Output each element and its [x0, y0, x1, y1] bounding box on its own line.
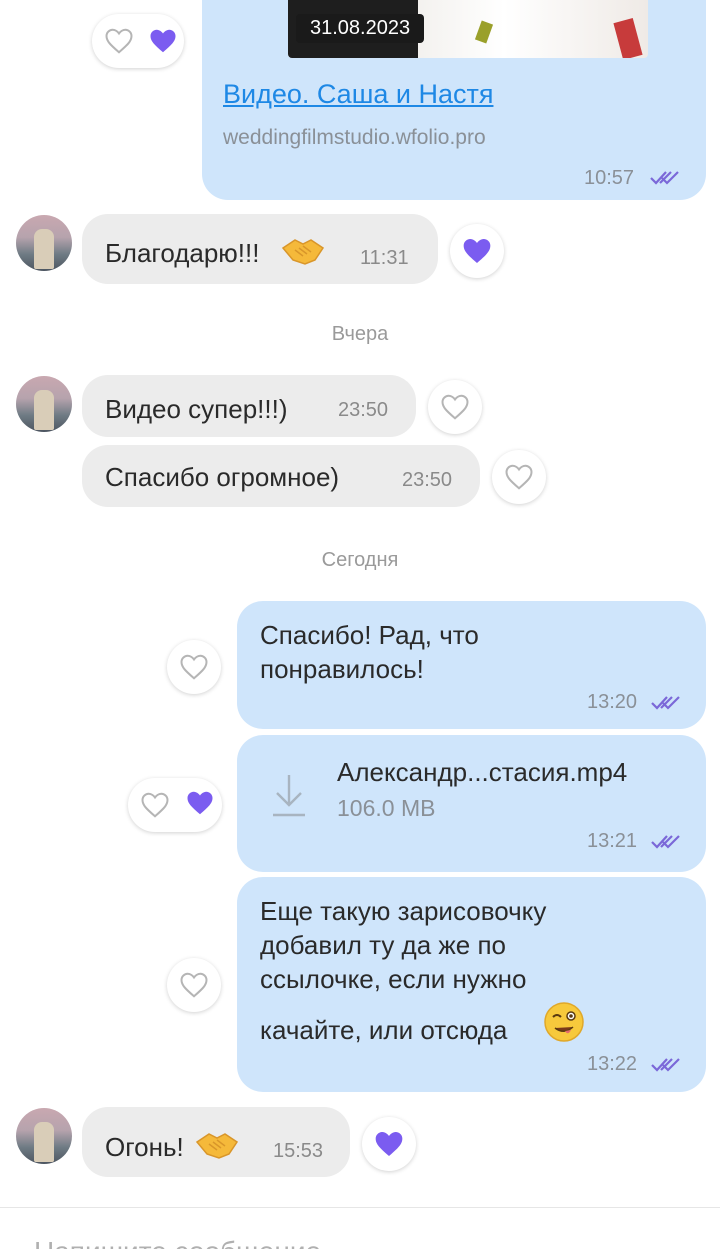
outgoing-file-message[interactable]: Александр...стасия.mp4 106.0 MB 13:21: [237, 735, 706, 872]
message-text-line: добавил ту да же по: [260, 930, 507, 960]
reaction-button[interactable]: [428, 380, 482, 434]
contact-avatar[interactable]: [16, 215, 72, 271]
handshake-emoji-icon: [281, 239, 325, 265]
message-text: Спасибо огромное): [105, 462, 340, 492]
thumb-detail: [474, 20, 494, 44]
double-check-icon: [651, 696, 680, 710]
reaction-button[interactable]: [362, 1117, 416, 1171]
message-time: 13:22: [587, 1053, 638, 1075]
reaction-button[interactable]: [167, 640, 221, 694]
reaction-button[interactable]: [450, 224, 504, 278]
heart-filled-icon: [375, 1132, 403, 1156]
incoming-message[interactable]: Благодарю!!! 11:31: [82, 214, 438, 284]
message-text: Благодарю!!!: [105, 238, 260, 268]
heart-filled-icon: [150, 29, 176, 53]
double-check-icon: [651, 1058, 680, 1072]
link-domain: weddingfilmstudio.wfolio.pro: [223, 126, 486, 149]
message-text-line: ссылочке, если нужно: [260, 964, 527, 994]
heart-outline-icon: [180, 972, 208, 998]
message-text-line: Спасибо! Рад, что: [260, 620, 479, 650]
message-input-placeholder: Напишите сообщение...: [34, 1236, 344, 1249]
video-thumbnail[interactable]: 31.08.2023: [288, 0, 648, 58]
thumb-flag: [613, 18, 643, 58]
heart-filled-icon: [187, 791, 213, 815]
handshake-emoji-icon: [195, 1133, 239, 1159]
incoming-message[interactable]: Огонь! 15:53: [82, 1107, 350, 1177]
download-icon[interactable]: [269, 771, 309, 819]
message-time: 13:20: [587, 691, 638, 713]
reaction-button[interactable]: [167, 958, 221, 1012]
heart-filled-icon: [463, 239, 491, 263]
winking-face-emoji-icon: [544, 1002, 584, 1042]
heart-outline-icon: [505, 464, 533, 490]
message-time: 23:50: [402, 469, 453, 491]
message-input[interactable]: Напишите сообщение...: [0, 1208, 720, 1249]
contact-avatar[interactable]: [16, 1108, 72, 1164]
file-name: Александр...стасия.mp4: [337, 757, 628, 787]
reaction-button[interactable]: [492, 450, 546, 504]
heart-outline-icon: [180, 654, 208, 680]
message-text-line: качайте, или отсюда: [260, 1015, 508, 1045]
link-title[interactable]: Видео. Саша и Настя: [223, 79, 493, 110]
heart-outline-icon[interactable]: [104, 27, 134, 55]
double-check-icon: [651, 835, 680, 849]
outgoing-message[interactable]: Спасибо! Рад, что понравилось! 13:20: [237, 601, 706, 729]
contact-avatar[interactable]: [16, 376, 72, 432]
date-separator: Вчера: [331, 323, 389, 345]
message-text-line: Еще такую зарисовочку: [260, 896, 547, 926]
message-time: 15:53: [273, 1140, 324, 1162]
message-text-line: понравилось!: [260, 654, 424, 684]
outgoing-message[interactable]: Еще такую зарисовочку добавил ту да же п…: [237, 877, 706, 1092]
message-time: 13:21: [587, 830, 638, 852]
heart-outline-icon[interactable]: [140, 791, 170, 819]
file-size: 106.0 MB: [337, 795, 436, 821]
message-text: Видео супер!!!): [105, 394, 288, 424]
avatar-person: [34, 229, 54, 269]
message-text: Огонь!: [105, 1132, 184, 1162]
avatar-person: [34, 390, 54, 430]
thumb-date: 31.08.2023: [310, 17, 411, 39]
message-time: 11:31: [360, 247, 409, 269]
date-separator: Сегодня: [321, 549, 399, 571]
avatar-person: [34, 1122, 54, 1162]
message-time: 10:57: [584, 167, 635, 189]
incoming-message[interactable]: Видео супер!!!) 23:50: [82, 375, 416, 437]
thumb-date-badge: 31.08.2023: [296, 14, 425, 43]
message-time: 23:50: [338, 399, 389, 421]
double-check-icon: [650, 171, 679, 185]
reaction-pill[interactable]: [128, 778, 222, 832]
video-link-card[interactable]: 31.08.2023 Видео. Саша и Настя weddingfi…: [202, 0, 706, 200]
incoming-message[interactable]: Спасибо огромное) 23:50: [82, 445, 480, 507]
reaction-pill[interactable]: [92, 14, 184, 68]
heart-outline-icon: [441, 394, 469, 420]
